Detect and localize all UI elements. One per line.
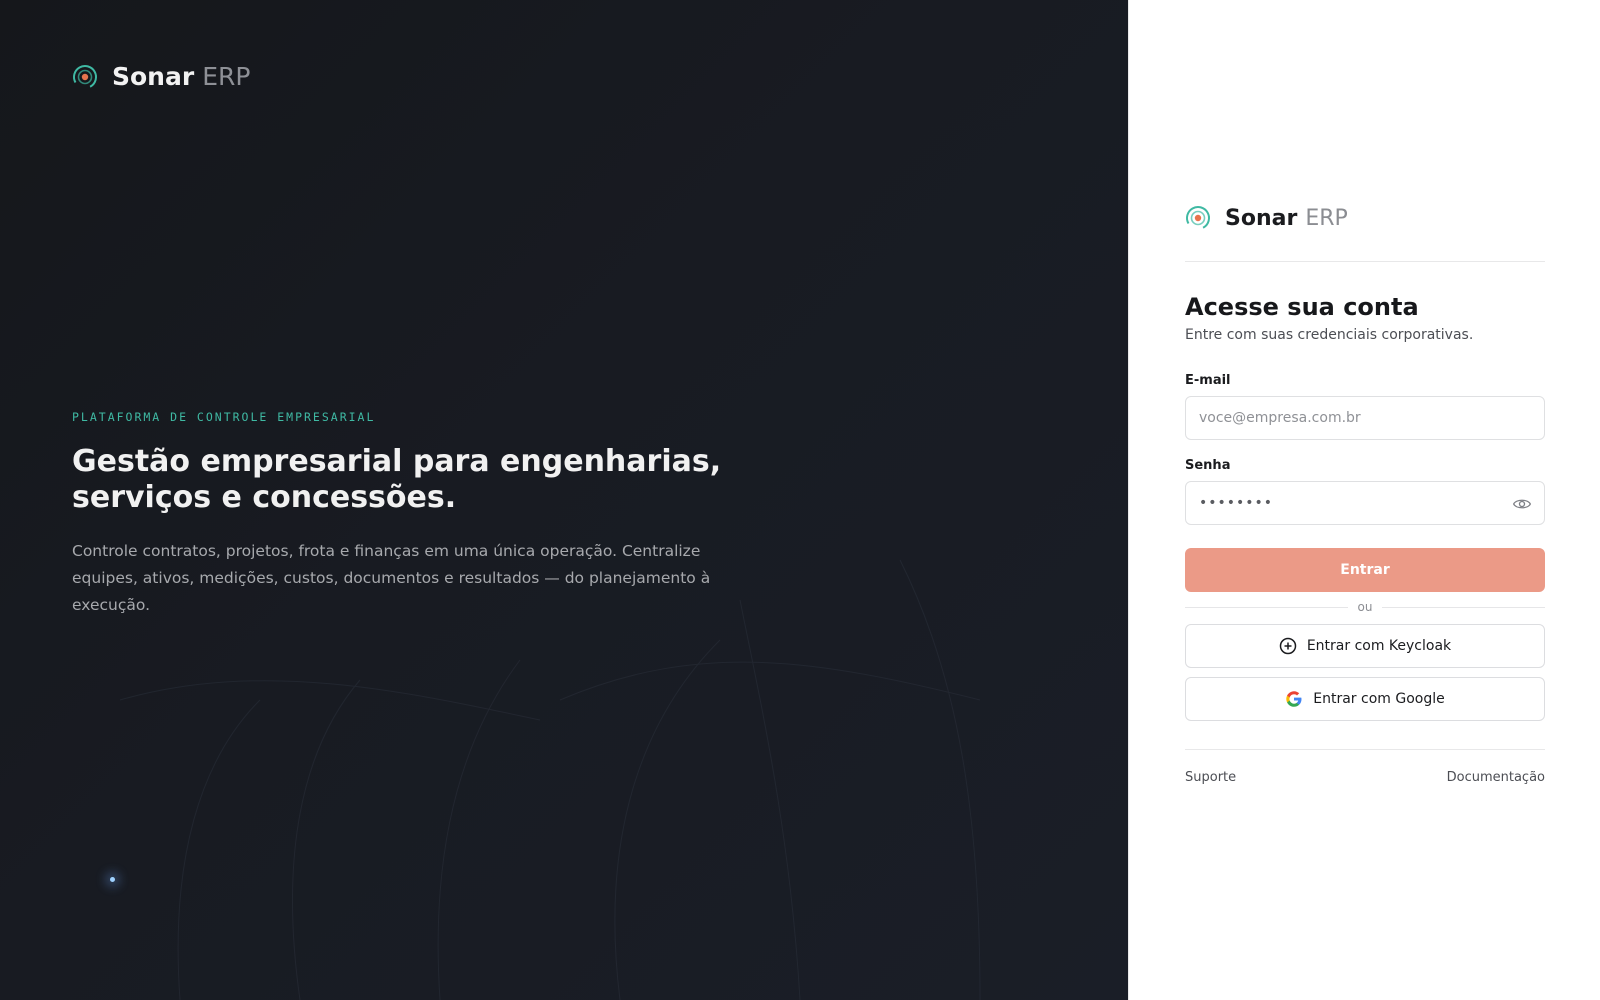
keycloak-login-button[interactable]: Entrar com Keycloak xyxy=(1185,624,1545,668)
hero-panel: Sonar ERP PLATAFORMA DE CONTROLE EMPRESA… xyxy=(0,0,1128,1000)
email-field-wrapper xyxy=(1185,396,1545,440)
email-label: E-mail xyxy=(1185,373,1231,388)
password-field[interactable]: •••••••• xyxy=(1185,481,1545,525)
google-login-label: Entrar com Google xyxy=(1313,691,1445,707)
plus-circle-icon xyxy=(1279,637,1297,655)
password-label: Senha xyxy=(1185,458,1231,473)
submit-button[interactable]: Entrar xyxy=(1185,548,1545,592)
hero-title: Gestão empresarial para engenharias, ser… xyxy=(72,444,772,516)
brand-name: Sonar xyxy=(1225,205,1298,231)
google-icon xyxy=(1286,691,1302,707)
divider-line xyxy=(1185,606,1348,608)
email-field[interactable] xyxy=(1199,410,1531,426)
divider-line xyxy=(1382,606,1546,608)
password-value: •••••••• xyxy=(1199,495,1274,511)
brand-suffix: ERP xyxy=(202,62,251,91)
footer-links: Suporte Documentação xyxy=(1185,749,1545,785)
or-divider: ou xyxy=(1185,600,1546,614)
glow-dot xyxy=(110,877,115,882)
keycloak-login-label: Entrar com Keycloak xyxy=(1306,638,1452,654)
hero-title-line-2: serviços e concessões. xyxy=(72,480,457,515)
login-title: Acesse sua conta xyxy=(1185,293,1419,321)
sonar-logo-icon xyxy=(1186,206,1210,230)
login-brand: Sonar ERP xyxy=(1185,205,1545,262)
hero-content: PLATAFORMA DE CONTROLE EMPRESARIAL Gestã… xyxy=(72,410,772,619)
login-panel: Sonar ERP Acesse sua conta Entre com sua… xyxy=(1128,0,1600,1000)
hero-brand: Sonar ERP xyxy=(72,62,250,91)
documentation-link[interactable]: Documentação xyxy=(1447,770,1545,785)
hero-title-line-1: Gestão empresarial para engenharias, xyxy=(72,444,722,479)
eye-icon[interactable] xyxy=(1512,494,1532,514)
divider-text: ou xyxy=(1357,600,1373,614)
brand-suffix: ERP xyxy=(1305,205,1348,231)
sonar-logo-icon xyxy=(73,64,97,89)
hero-eyebrow: PLATAFORMA DE CONTROLE EMPRESARIAL xyxy=(72,410,376,424)
google-login-button[interactable]: Entrar com Google xyxy=(1185,677,1545,721)
hero-description: Controle contratos, projetos, frota e fi… xyxy=(72,542,711,614)
support-link[interactable]: Suporte xyxy=(1185,770,1236,785)
login-form-container: Sonar ERP Acesse sua conta Entre com sua… xyxy=(1185,205,1546,785)
login-subtitle: Entre com suas credenciais corporativas. xyxy=(1185,327,1474,343)
brand-name: Sonar xyxy=(112,62,195,91)
